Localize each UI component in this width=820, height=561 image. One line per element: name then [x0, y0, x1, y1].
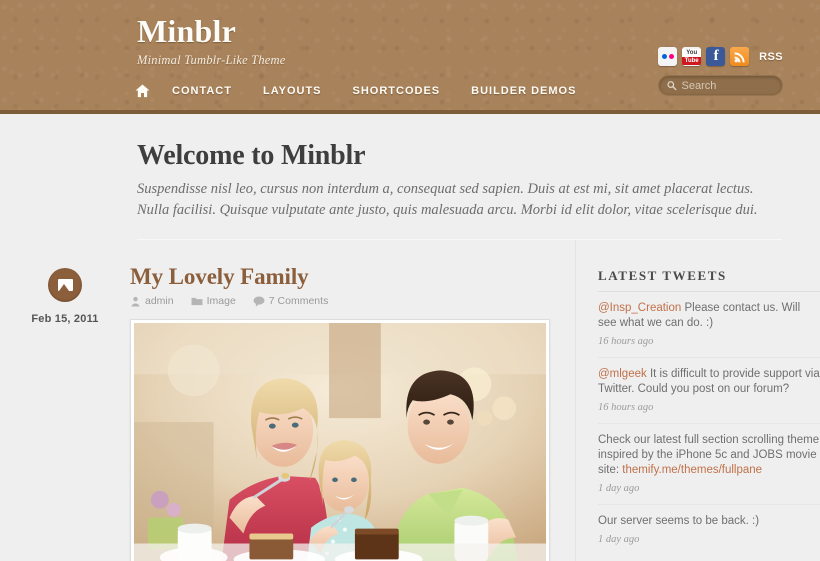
author-name[interactable]: admin — [145, 295, 174, 307]
welcome-section: Welcome to Minblr Suspendisse nisl leo, … — [0, 114, 820, 240]
tweet-item: Our server seems to be back. :) 1 day ag… — [598, 505, 820, 555]
home-icon — [135, 84, 150, 98]
nav-shortcodes[interactable]: SHORTCODES — [353, 85, 458, 97]
post-meta: admin Image 7 Comments — [130, 295, 575, 307]
youtube-top-text: You — [682, 48, 702, 57]
youtube-bottom-text: Tube — [682, 56, 702, 65]
tweet-time: 16 hours ago — [598, 402, 654, 413]
tweet-text: Our server seems to be back. :) — [598, 515, 760, 527]
tweet-user[interactable]: @Insp_Creation — [598, 302, 681, 314]
nav-home[interactable] — [135, 84, 150, 98]
family-photo — [134, 323, 546, 561]
search-box[interactable] — [658, 75, 783, 96]
tweet-item: @Insp_Creation Please contact us. Will s… — [598, 292, 820, 358]
youtube-icon[interactable]: You Tube — [682, 47, 702, 66]
page-title: Welcome to Minblr — [137, 140, 366, 171]
nav-builder-demos[interactable]: BUILDER DEMOS — [471, 85, 593, 97]
comments-count[interactable]: 7 Comments — [269, 295, 329, 307]
post-meta-author[interactable]: admin — [130, 295, 174, 307]
site-tagline: Minimal Tumblr-Like Theme — [137, 53, 286, 67]
main-columns: Feb 15, 2011 My Lovely Family admin Imag — [0, 240, 820, 561]
category-name[interactable]: Image — [207, 295, 236, 307]
rss-label[interactable]: RSS — [759, 51, 783, 63]
widget-latest-tweets: LATEST TWEETS @Insp_Creation Please cont… — [598, 268, 820, 555]
main-navigation: CONTACT LAYOUTS SHORTCODES BUILDER DEMOS — [135, 84, 593, 98]
post-date-column: Feb 15, 2011 — [0, 240, 130, 561]
rss-waves-icon — [734, 51, 745, 62]
flickr-icon[interactable] — [658, 47, 678, 66]
tweet-time: 16 hours ago — [598, 336, 654, 347]
post-meta-comments[interactable]: 7 Comments — [253, 295, 329, 307]
rss-icon[interactable] — [730, 47, 750, 66]
tweet-time: 1 day ago — [598, 534, 640, 545]
search-icon — [667, 81, 677, 91]
picture-glyph-icon — [57, 279, 73, 291]
social-links: You Tube f RSS — [658, 47, 783, 66]
page-body: Welcome to Minblr Suspendisse nisl leo, … — [0, 114, 820, 561]
nav-layouts[interactable]: LAYOUTS — [263, 85, 339, 97]
header-right: You Tube f RSS — [658, 47, 783, 96]
post-article: My Lovely Family admin Image 7 Comments — [130, 240, 575, 561]
post-meta-category[interactable]: Image — [191, 295, 236, 307]
post-featured-image[interactable] — [130, 319, 550, 561]
post-title[interactable]: My Lovely Family — [130, 264, 575, 290]
welcome-text: Suspendisse nisl leo, cursus non interdu… — [137, 181, 758, 218]
nav-contact[interactable]: CONTACT — [172, 85, 249, 97]
site-title: Minblr — [137, 13, 236, 49]
sidebar: LATEST TWEETS @Insp_Creation Please cont… — [575, 240, 820, 561]
tweet-item: @mlgeek It is difficult to provide suppo… — [598, 358, 820, 424]
category-icon — [191, 297, 203, 306]
comment-icon — [253, 296, 265, 306]
site-header: Minblr Minimal Tumblr-Like Theme CONTACT… — [0, 0, 820, 114]
tweet-link[interactable]: themify.me/themes/fullpane — [622, 464, 762, 476]
brand[interactable]: Minblr Minimal Tumblr-Like Theme — [137, 14, 286, 68]
tweet-item: Check our latest full section scrolling … — [598, 424, 820, 505]
facebook-icon[interactable]: f — [706, 47, 726, 66]
post-date: Feb 15, 2011 — [31, 313, 99, 325]
image-post-icon — [48, 268, 82, 302]
search-input[interactable] — [681, 79, 774, 92]
tweet-time: 1 day ago — [598, 483, 640, 494]
latest-tweets-title: LATEST TWEETS — [598, 268, 820, 292]
tweet-user[interactable]: @mlgeek — [598, 368, 647, 380]
author-icon — [131, 296, 140, 307]
